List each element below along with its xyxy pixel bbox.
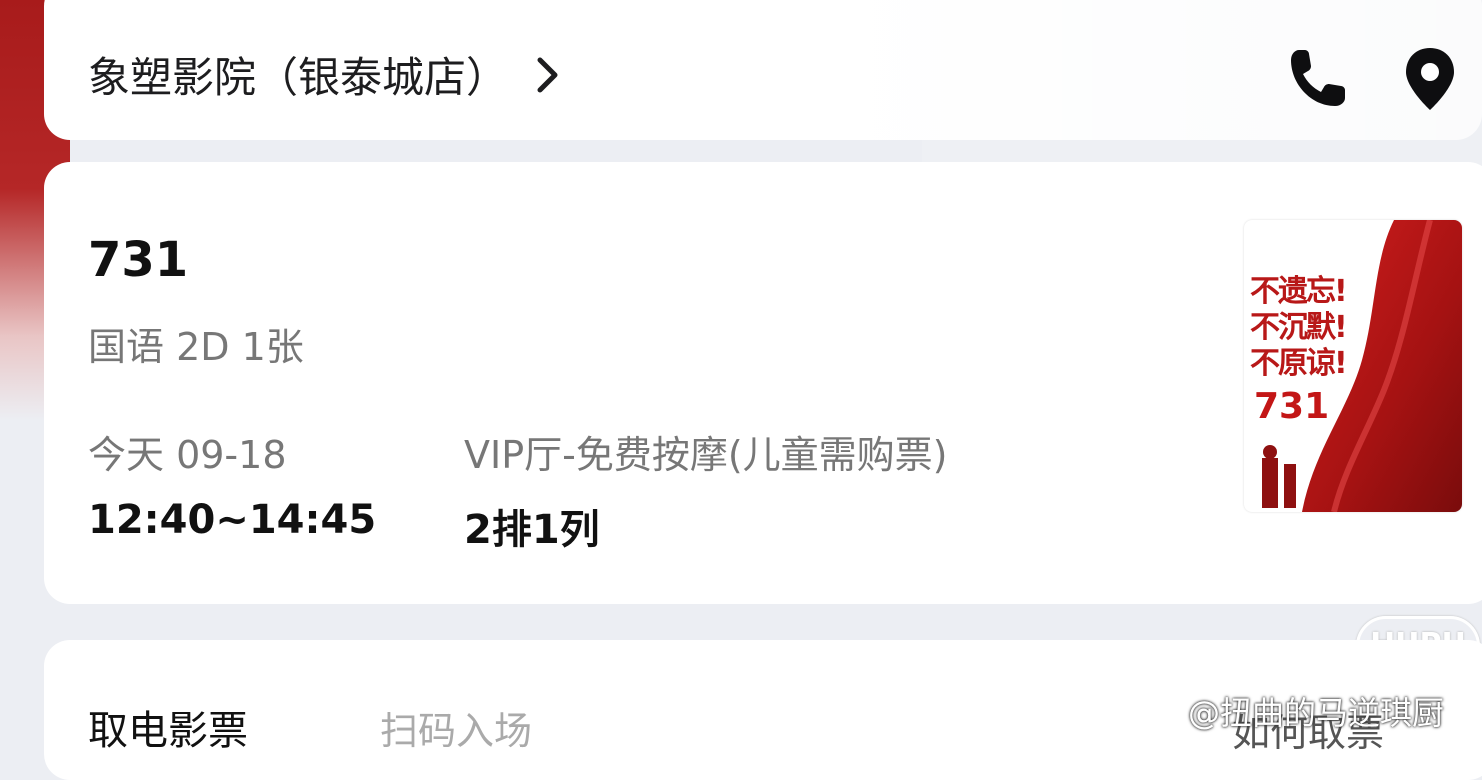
poster-title: 731 bbox=[1254, 386, 1330, 427]
movie-title: 731 bbox=[88, 232, 189, 288]
chevron-right-icon bbox=[535, 51, 561, 111]
cinema-name: 象塑影院（银泰城店） bbox=[88, 53, 509, 102]
phone-icon[interactable] bbox=[1285, 44, 1349, 112]
seat-info: 2排1列 bbox=[464, 507, 600, 553]
movie-language-format-qty: 国语 2D 1张 bbox=[88, 325, 304, 369]
poster-slogan-3: 不原谅! bbox=[1250, 346, 1348, 381]
show-date: 今天 09-18 bbox=[88, 433, 287, 477]
movie-poster[interactable]: 不遗忘! 不沉默! 不原谅! 731 bbox=[1244, 220, 1462, 512]
hall-name: VIP厅-免费按摩(儿童需购票) bbox=[464, 433, 948, 477]
tab-pickup-ticket[interactable]: 取电影票 bbox=[88, 698, 248, 756]
location-pin-icon[interactable] bbox=[1398, 44, 1462, 112]
tab-scan-entry[interactable]: 扫码入场 bbox=[380, 700, 532, 755]
watermark: @扭曲的马逆琪厨 bbox=[1188, 694, 1445, 732]
cinema-name-link[interactable]: 象塑影院（银泰城店） bbox=[88, 48, 561, 108]
show-time: 12:40~14:45 bbox=[88, 497, 377, 543]
